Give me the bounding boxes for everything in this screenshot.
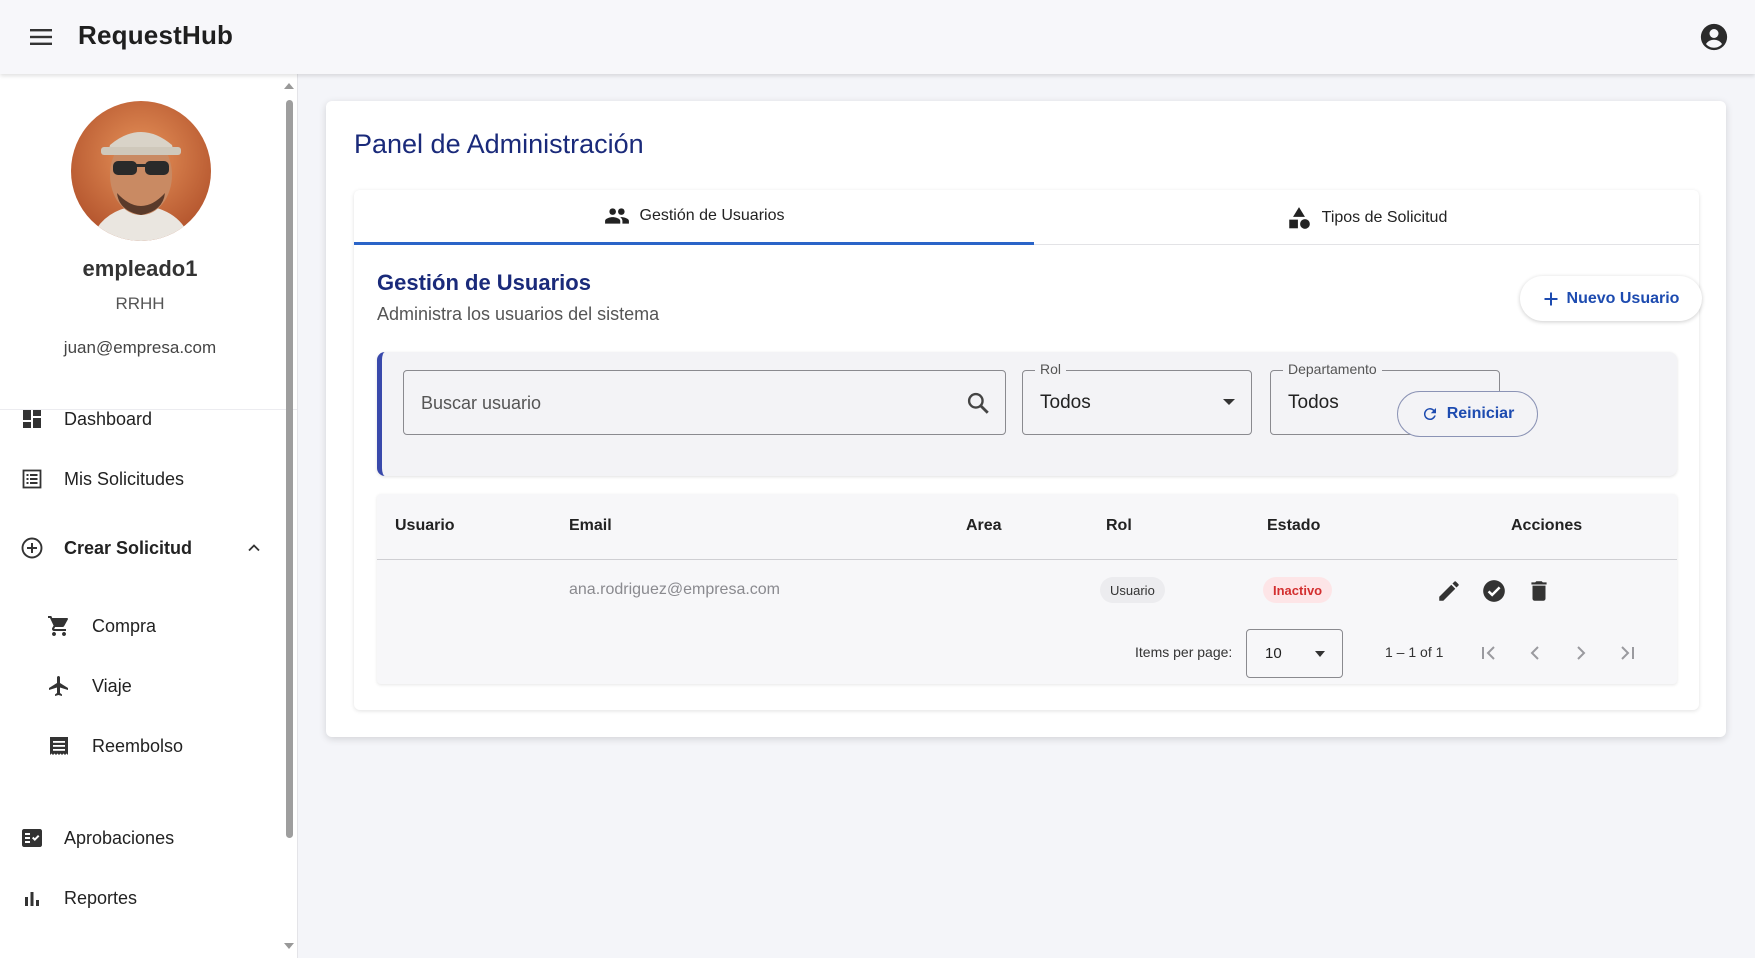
checklist-icon xyxy=(22,829,42,847)
section-subtitle: Administra los usuarios del sistema xyxy=(377,304,660,324)
items-per-page-value: 10 xyxy=(1265,645,1282,662)
sidebar-item-reportes[interactable]: Reportes xyxy=(0,876,282,920)
cell-email: ana.rodriguez@empresa.com xyxy=(569,581,781,598)
department-select-value: Todos xyxy=(1288,392,1339,413)
page-title: Panel de Administración xyxy=(354,129,644,159)
chevron-up-icon[interactable] xyxy=(244,538,264,558)
scroll-down-arrow-icon[interactable] xyxy=(283,940,295,952)
edit-icon[interactable] xyxy=(1436,578,1462,604)
table-header: Usuario Email Area Rol Estado Acciones xyxy=(377,494,1677,560)
tab-tipos-solicitud[interactable]: Tipos de Solicitud xyxy=(1034,190,1699,245)
list-icon xyxy=(22,469,42,489)
sidebar: empleado1 RRHH juan@empresa.com Dashboar… xyxy=(0,74,298,958)
search-input[interactable] xyxy=(421,389,941,417)
column-header[interactable]: Email xyxy=(569,517,612,535)
new-user-button-label: Nuevo Usuario xyxy=(1566,289,1680,307)
cart-icon xyxy=(48,616,68,636)
refresh-icon xyxy=(1423,408,1436,421)
avatar xyxy=(71,101,211,241)
sidebar-item-dashboard[interactable]: Dashboard xyxy=(0,397,282,441)
reset-button[interactable]: Reiniciar xyxy=(1397,391,1538,437)
caret-down-icon xyxy=(1223,399,1235,405)
sidebar-item-label: Crear Solicitud xyxy=(64,537,193,558)
check-circle-icon[interactable] xyxy=(1481,578,1507,604)
table-row: ana.rodriguez@empresa.com Usuario Inacti… xyxy=(377,561,1677,621)
sidebar-item-compra[interactable]: Compra xyxy=(0,604,282,648)
items-per-page-label: Items per page: xyxy=(1135,644,1233,660)
paginator: Items per page: 10 1 – 1 of 1 xyxy=(377,624,1677,684)
tab-gestion-usuarios[interactable]: Gestión de Usuarios xyxy=(354,190,1034,245)
reset-button-label: Reiniciar xyxy=(1446,405,1515,422)
sidebar-item-viaje[interactable]: Viaje xyxy=(0,664,282,708)
sidebar-item-aprobaciones[interactable]: Aprobaciones xyxy=(0,816,282,860)
next-page-icon[interactable] xyxy=(1569,641,1593,665)
sidebar-item-label: Reportes xyxy=(64,887,138,908)
group-icon xyxy=(604,208,629,224)
receipt-icon xyxy=(50,737,68,755)
sidebar-item-label: Compra xyxy=(92,615,157,636)
dashboard-icon xyxy=(23,410,41,428)
scroll-up-arrow-icon[interactable] xyxy=(283,80,295,92)
filter-panel: Rol Todos Departamento Todos Reiniciar xyxy=(377,352,1677,476)
column-header[interactable]: Usuario xyxy=(395,517,455,535)
app-title: RequestHub xyxy=(78,20,234,50)
sidebar-scrollbar-thumb[interactable] xyxy=(286,100,293,838)
tabs-card: Gestión de Usuarios Tipos de Solicitud G… xyxy=(354,190,1702,710)
account-circle-icon[interactable] xyxy=(1699,22,1729,52)
department-select-label: Departamento xyxy=(1283,361,1382,377)
delete-icon[interactable] xyxy=(1526,578,1552,604)
top-app-bar: RequestHub xyxy=(0,0,1755,74)
section-title: Gestión de Usuarios xyxy=(377,270,591,295)
items-per-page-select[interactable]: 10 xyxy=(1246,629,1343,678)
role-select[interactable]: Rol Todos xyxy=(1022,361,1252,435)
bar-chart-icon xyxy=(25,892,39,906)
search-field[interactable] xyxy=(403,370,1006,435)
admin-panel-card: Panel de Administración Gestión de Usuar… xyxy=(326,101,1726,737)
role-select-label: Rol xyxy=(1035,361,1067,377)
profile-section: empleado1 RRHH juan@empresa.com xyxy=(0,74,297,410)
column-header: Acciones xyxy=(1511,517,1583,534)
profile-email: juan@empresa.com xyxy=(63,338,217,357)
sidebar-item-label: Dashboard xyxy=(64,408,153,429)
column-header[interactable]: Area xyxy=(966,517,1002,535)
sidebar-item-label: Aprobaciones xyxy=(64,827,175,848)
first-page-icon[interactable] xyxy=(1477,641,1501,665)
caret-down-icon xyxy=(1315,651,1325,657)
status-badge: Inactivo xyxy=(1263,577,1333,603)
sidebar-item-mis-solicitudes[interactable]: Mis Solicitudes xyxy=(0,457,282,501)
new-user-button[interactable]: Nuevo Usuario xyxy=(1520,276,1702,321)
sidebar-item-crear-solicitud[interactable]: Crear Solicitud xyxy=(0,526,282,570)
sidebar-item-label: Viaje xyxy=(92,675,132,696)
tab-bar: Gestión de Usuarios Tipos de Solicitud xyxy=(354,190,1699,245)
plus-icon xyxy=(1544,292,1558,305)
page-range: 1 – 1 of 1 xyxy=(1385,644,1444,660)
search-icon[interactable] xyxy=(965,390,991,416)
profile-username: empleado1 xyxy=(82,256,198,281)
tab-label: Gestión de Usuarios xyxy=(639,207,785,224)
role-select-value: Todos xyxy=(1040,392,1091,413)
role-chip: Usuario xyxy=(1100,577,1165,603)
airplane-icon xyxy=(49,676,68,696)
users-table: Usuario Email Area Rol Estado Acciones a… xyxy=(377,494,1677,684)
last-page-icon[interactable] xyxy=(1615,641,1639,665)
previous-page-icon[interactable] xyxy=(1523,641,1547,665)
sidebar-item-label: Reembolso xyxy=(92,735,184,756)
column-header[interactable]: Estado xyxy=(1267,517,1320,535)
sidebar-item-reembolso[interactable]: Reembolso xyxy=(0,724,282,768)
sidebar-item-label: Mis Solicitudes xyxy=(64,468,185,489)
category-icon xyxy=(1288,206,1310,229)
column-header[interactable]: Rol xyxy=(1106,517,1132,535)
add-circle-icon xyxy=(21,537,43,559)
profile-department: RRHH xyxy=(115,294,165,313)
tab-label: Tipos de Solicitud xyxy=(1321,208,1448,226)
menu-icon[interactable] xyxy=(26,23,56,51)
